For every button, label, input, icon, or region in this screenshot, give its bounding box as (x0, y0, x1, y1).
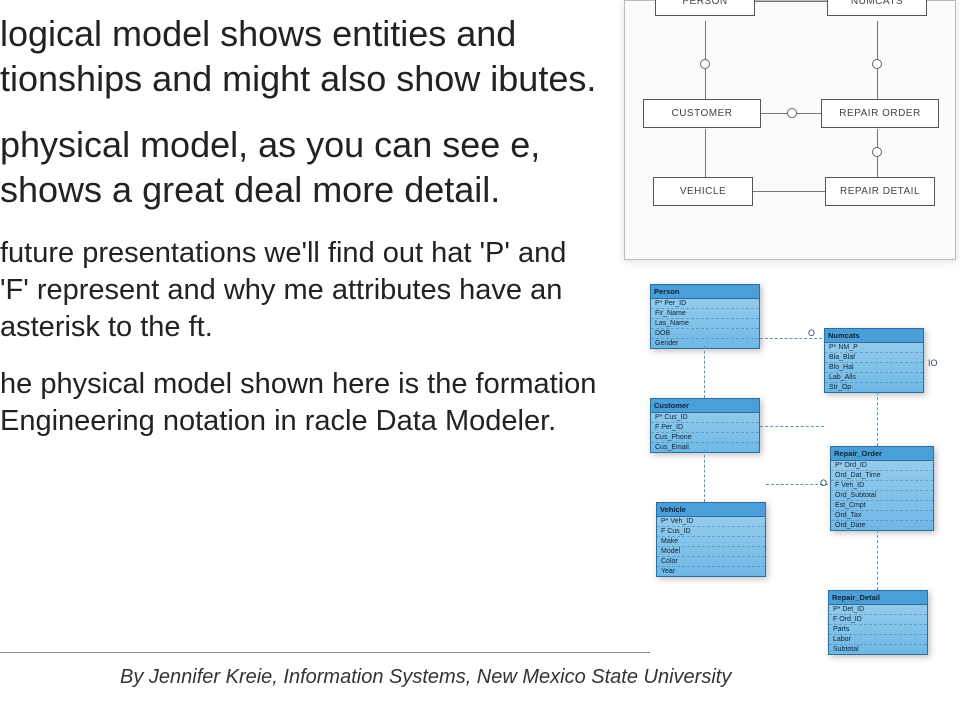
attr-row: F Per_ID (651, 423, 759, 433)
attr-row: Make (657, 537, 765, 547)
cardinality-icon (872, 59, 882, 69)
attr-row: Ord_Subtotal (831, 491, 933, 501)
attr-row: Parts (829, 625, 927, 635)
cardinality-label: O (808, 328, 815, 338)
attr-row: Est_Cmpt (831, 501, 933, 511)
table-numcats: Numcats P* NM_P Bla_Blaf Blo_Hal Lab_All… (824, 328, 924, 393)
cardinality-label: IO (928, 358, 938, 368)
table-repair-order: Repair_Order P* Ord_ID Ord_Dat_Time F Ve… (830, 446, 934, 531)
attr-row: Las_Name (651, 319, 759, 329)
attr-row: Ord_Tax (831, 511, 933, 521)
table-vehicle: Vehicle P* Veh_ID F Cus_ID Make Model Co… (656, 502, 766, 577)
logical-model-diagram: PERSON NUMCATS CUSTOMER REPAIR ORDER VEH… (624, 0, 956, 260)
table-title: Repair_Detail (829, 591, 927, 605)
attr-row: Year (657, 567, 765, 576)
connector (753, 191, 825, 192)
connector (704, 450, 705, 502)
paragraph-logical: logical model shows entities and tionshi… (0, 12, 600, 101)
attr-row: Blo_Hal (825, 363, 923, 373)
cardinality-label: O (820, 478, 827, 488)
table-title: Customer (651, 399, 759, 413)
entity-numcats: NUMCATS (827, 0, 927, 16)
table-title: Repair_Order (831, 447, 933, 461)
byline: By Jennifer Kreie, Information Systems, … (120, 666, 731, 689)
connector (705, 129, 706, 177)
connector (877, 392, 878, 446)
attr-row: Ord_Dat_Time (831, 471, 933, 481)
connector (760, 426, 824, 427)
attr-row: Fir_Name (651, 309, 759, 319)
table-customer: Customer P* Cus_ID F Per_ID Cus_Phone Cu… (650, 398, 760, 453)
paragraph-notation: he physical model shown here is the form… (0, 366, 600, 440)
cardinality-icon (787, 108, 797, 118)
connector (760, 338, 822, 339)
footer-divider (0, 652, 650, 653)
connector (704, 346, 705, 398)
table-person: Person P* Per_ID Fir_Name Las_Name DOB G… (650, 284, 760, 349)
attr-row: Bla_Blaf (825, 353, 923, 363)
attr-row: F Veh_ID (831, 481, 933, 491)
table-title: Numcats (825, 329, 923, 343)
table-title: Person (651, 285, 759, 299)
slide: logical model shows entities and tionshi… (0, 0, 960, 720)
connector (766, 484, 828, 485)
cardinality-icon (700, 59, 710, 69)
attr-row: P* NM_P (825, 343, 923, 353)
attr-row: DOB (651, 329, 759, 339)
entity-customer: CUSTOMER (643, 99, 761, 128)
attr-row: P* Det_ID (829, 605, 927, 615)
connector (755, 1, 827, 2)
attr-row: P* Veh_ID (657, 517, 765, 527)
cardinality-icon (872, 147, 882, 157)
attr-row: P* Per_ID (651, 299, 759, 309)
attr-row: Lab_Alls (825, 373, 923, 383)
entity-vehicle: VEHICLE (653, 177, 753, 206)
attr-row: Gender (651, 339, 759, 348)
paragraph-future: future presentations we'll find out hat … (0, 235, 600, 346)
attr-row: F Cus_ID (657, 527, 765, 537)
physical-model-diagram: Person P* Per_ID Fir_Name Las_Name DOB G… (632, 280, 952, 680)
entity-repair-detail: REPAIR DETAIL (825, 177, 935, 206)
table-title: Vehicle (657, 503, 765, 517)
text-column: logical model shows entities and tionshi… (0, 12, 600, 720)
attr-row: Cus_Phone (651, 433, 759, 443)
attr-row: P* Ord_ID (831, 461, 933, 471)
connector (877, 530, 878, 590)
attr-row: Cus_Email (651, 443, 759, 452)
attr-row: F Ord_ID (829, 615, 927, 625)
attr-row: P* Cus_ID (651, 413, 759, 423)
paragraph-physical: physical model, as you can see e, shows … (0, 123, 600, 212)
entity-person: PERSON (655, 0, 755, 16)
attr-row: Color (657, 557, 765, 567)
attr-row: Model (657, 547, 765, 557)
attr-row: Labor (829, 635, 927, 645)
table-repair-detail: Repair_Detail P* Det_ID F Ord_ID Parts L… (828, 590, 928, 655)
attr-row: Str_Op (825, 383, 923, 392)
entity-repair-order: REPAIR ORDER (821, 99, 939, 128)
attr-row: Subtotal (829, 645, 927, 654)
attr-row: Ord_Date (831, 521, 933, 530)
